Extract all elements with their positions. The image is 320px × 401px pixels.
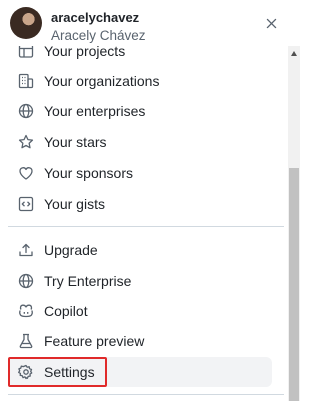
globe-icon — [18, 103, 34, 119]
user-header: aracelychavez Aracely Chávez — [0, 0, 300, 46]
menu-item-label: Copilot — [44, 303, 88, 319]
globe-icon — [18, 273, 34, 289]
menu-item-label: Your gists — [44, 196, 105, 212]
menu-item-label: Your organizations — [44, 73, 160, 89]
scrollbar-thumb[interactable] — [289, 168, 299, 401]
menu-item-label: Your stars — [44, 134, 107, 150]
code-square-icon — [18, 196, 34, 212]
close-icon — [265, 17, 278, 30]
full-name: Aracely Chávez — [51, 28, 146, 43]
menu-item-your-enterprises[interactable]: Your enterprises — [8, 96, 272, 126]
menu-item-settings[interactable]: Settings — [8, 357, 272, 387]
upload-icon — [18, 242, 34, 258]
organization-icon — [18, 73, 34, 89]
heart-icon — [18, 165, 34, 181]
menu-item-label: Your enterprises — [44, 103, 146, 119]
menu-item-label: Settings — [44, 364, 95, 380]
scrollbar[interactable] — [288, 46, 300, 401]
star-icon — [18, 134, 34, 150]
menu-divider — [8, 226, 284, 227]
menu-item-label: Upgrade — [44, 242, 98, 258]
avatar[interactable] — [10, 7, 42, 39]
menu-item-feature-preview[interactable]: Feature preview — [8, 326, 272, 356]
menu-item-label: Try Enterprise — [44, 273, 132, 289]
menu-item-your-gists[interactable]: Your gists — [8, 189, 272, 219]
menu-item-your-stars[interactable]: Your stars — [8, 127, 272, 157]
menu-item-upgrade[interactable]: Upgrade — [8, 235, 272, 265]
copilot-icon — [18, 303, 34, 319]
menu-item-try-enterprise[interactable]: Try Enterprise — [8, 266, 272, 296]
menu-item-copilot[interactable]: Copilot — [8, 296, 272, 326]
beaker-icon — [18, 333, 34, 349]
menu-item-label: Your sponsors — [44, 165, 133, 181]
user-menu-panel: Your projects Your organizations Your en… — [0, 0, 300, 401]
menu-item-your-sponsors[interactable]: Your sponsors — [8, 158, 272, 188]
menu-item-label: Feature preview — [44, 333, 145, 349]
close-button[interactable] — [261, 13, 281, 33]
menu-divider — [8, 394, 284, 395]
gear-icon — [18, 364, 34, 380]
username: aracelychavez — [51, 10, 140, 25]
scroll-up-arrow-icon[interactable] — [291, 51, 297, 56]
menu-list: Your projects Your organizations Your en… — [0, 36, 288, 401]
menu-item-your-organizations[interactable]: Your organizations — [8, 66, 272, 96]
